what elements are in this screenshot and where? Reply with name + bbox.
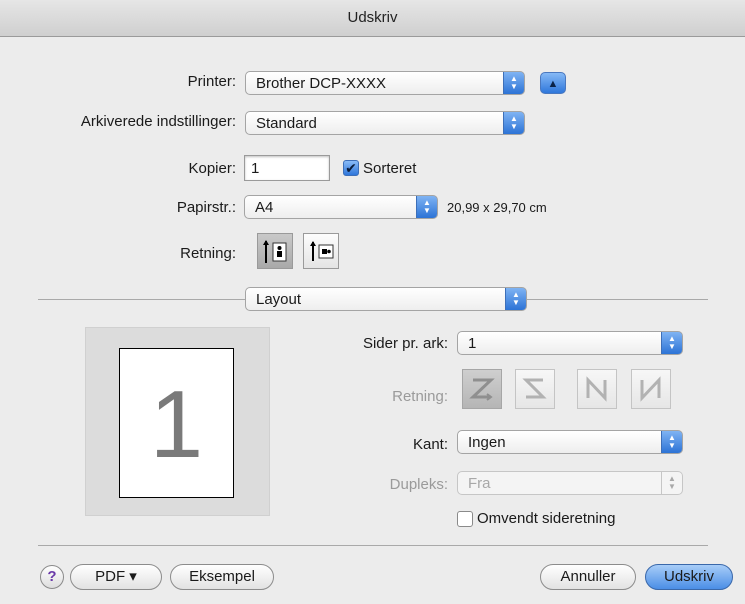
footer-separator [38, 545, 708, 546]
preview-page: 1 [119, 348, 234, 498]
duplex-label: Dupleks: [389, 476, 448, 493]
presets-popup[interactable]: Standard ▲ ▼ [245, 111, 525, 135]
border-popup[interactable]: Ingen ▲ ▼ [457, 430, 683, 454]
pdf-menu-label: PDF ▾ [95, 568, 137, 585]
copies-input[interactable]: 1 [244, 155, 330, 181]
layout-direction-s-button[interactable] [515, 369, 555, 409]
preview-button[interactable]: Eksempel [170, 564, 274, 590]
popup-arrows-icon: ▲ ▼ [661, 332, 682, 354]
popup-arrows-icon: ▲ ▼ [416, 196, 437, 218]
window-titlebar: Udskriv [0, 0, 745, 37]
popup-arrows-icon: ▲ ▼ [661, 472, 682, 494]
portrait-icon [263, 240, 287, 263]
reverse-n-arrow-icon [640, 376, 661, 402]
help-button[interactable]: ? [40, 565, 64, 589]
panel-popup[interactable]: Layout ▲ ▼ [245, 287, 527, 311]
copies-value: 1 [251, 160, 260, 177]
popup-arrows-icon: ▲ ▼ [503, 112, 524, 134]
triangle-up-icon: ▲ [547, 78, 559, 90]
popup-arrows-icon: ▲ ▼ [505, 288, 526, 310]
preview-page-number: 1 [149, 371, 204, 478]
collapse-details-button[interactable]: ▲ [540, 72, 566, 94]
paper-dimensions: 20,99 x 29,70 cm [447, 200, 547, 215]
s-arrow-icon [522, 378, 547, 399]
popup-arrows-icon: ▲ ▼ [503, 72, 524, 94]
window-title: Udskriv [347, 9, 398, 26]
preview-button-label: Eksempel [189, 568, 255, 585]
printer-label: Printer: [187, 73, 236, 90]
duplex-popup[interactable]: Fra ▲ ▼ [457, 471, 683, 495]
page-preview: 1 [85, 327, 270, 516]
z-arrow-icon [469, 378, 495, 401]
layout-direction-n-button[interactable] [577, 369, 617, 409]
reverse-order-checkbox[interactable] [457, 511, 473, 527]
n-arrow-icon [586, 376, 607, 402]
landscape-orientation-button[interactable] [303, 233, 339, 269]
collate-checkbox[interactable]: ✔ [343, 160, 359, 176]
checkmark-icon: ✔ [345, 160, 357, 176]
print-button-label: Udskriv [663, 568, 714, 585]
popup-arrows-icon: ▲ ▼ [661, 431, 682, 453]
presets-value: Standard [256, 115, 317, 132]
duplex-value: Fra [468, 475, 491, 492]
pages-per-sheet-value: 1 [468, 335, 477, 352]
panel-value: Layout [256, 291, 302, 308]
copies-label: Kopier: [188, 160, 236, 177]
portrait-orientation-button[interactable] [257, 233, 293, 269]
border-label: Kant: [412, 436, 448, 453]
print-button[interactable]: Udskriv [645, 564, 733, 590]
pdf-menu-button[interactable]: PDF ▾ [70, 564, 162, 590]
border-value: Ingen [468, 434, 506, 451]
help-icon: ? [47, 568, 57, 585]
paper-size-label: Papirstr.: [176, 199, 236, 216]
cancel-button[interactable]: Annuller [540, 564, 636, 590]
landscape-icon [310, 241, 334, 261]
paper-size-popup[interactable]: A4 ▲ ▼ [244, 195, 438, 219]
collate-label: Sorteret [363, 160, 417, 177]
reverse-order-label: Omvendt sideretning [477, 510, 616, 527]
pages-per-sheet-popup[interactable]: 1 ▲ ▼ [457, 331, 683, 355]
printer-popup[interactable]: Brother DCP-XXXX ▲ ▼ [245, 71, 525, 95]
layout-direction-label: Retning: [392, 388, 448, 405]
presets-label: Arkiverede indstillinger: [80, 113, 236, 130]
printer-value: Brother DCP-XXXX [256, 75, 387, 92]
layout-direction-reverse-n-button[interactable] [631, 369, 671, 409]
cancel-button-label: Annuller [560, 568, 616, 585]
layout-direction-z-button[interactable] [462, 369, 502, 409]
orientation-label: Retning: [180, 245, 236, 262]
pages-per-sheet-label: Sider pr. ark: [362, 335, 448, 352]
paper-size-value: A4 [255, 199, 274, 216]
